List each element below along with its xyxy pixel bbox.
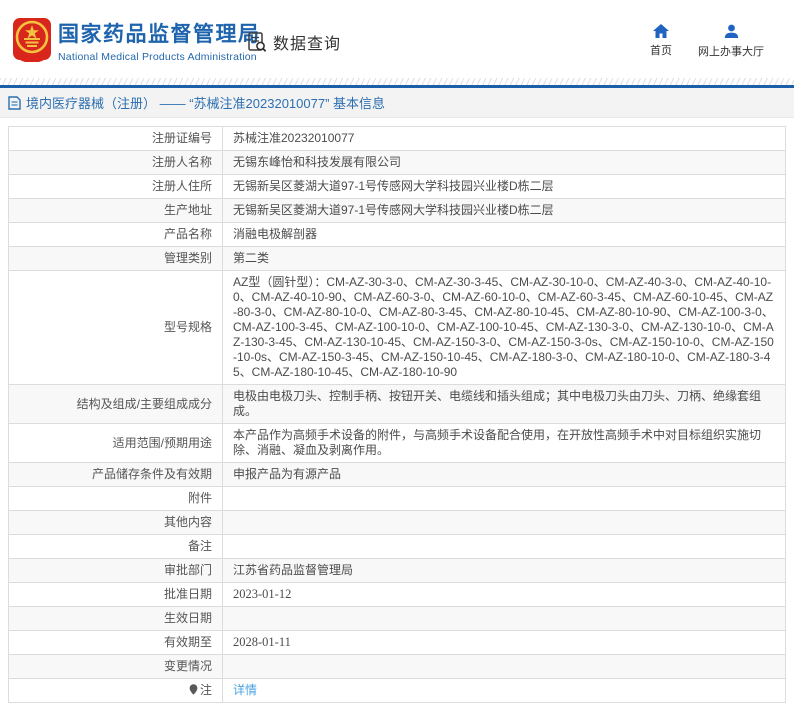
row-label: 注	[8, 678, 223, 703]
row-label: 其他内容	[8, 510, 223, 535]
row-label: 注册人住所	[8, 174, 223, 199]
row-label: 附件	[8, 486, 223, 511]
row-value: 无锡新吴区菱湖大道97-1号传感网大学科技园兴业楼D栋二层	[222, 198, 786, 223]
nav-home[interactable]: 首页	[650, 24, 672, 59]
row-label: 注册人名称	[8, 150, 223, 175]
document-icon	[8, 95, 21, 110]
row-value: 本产品作为高频手术设备的附件，与高频手术设备配合使用，在开放性高频手术中对目标组…	[222, 423, 786, 463]
row-value: 申报产品为有源产品	[222, 462, 786, 487]
table-row: 审批部门 江苏省药品监督管理局	[8, 558, 786, 583]
row-label: 管理类别	[8, 246, 223, 271]
table-row: 生效日期	[8, 606, 786, 631]
data-query-label: 数据查询	[273, 36, 342, 53]
row-label: 变更情况	[8, 654, 223, 679]
header-hatch-divider	[0, 78, 794, 85]
registration-info-section: 注册证编号 苏械注准20232010077 注册人名称 无锡东峰怡和科技发展有限公司注…	[0, 118, 794, 703]
row-value: 无锡新吴区菱湖大道97-1号传感网大学科技园兴业楼D栋二层	[222, 174, 786, 199]
nav-home-label: 首页	[650, 45, 672, 57]
detail-link[interactable]: 详情	[233, 683, 257, 697]
note-icon	[189, 684, 198, 695]
breadcrumb: 境内医疗器械（注册） —— “苏械注准20232010077” 基本信息	[26, 96, 386, 111]
document-search-icon	[248, 32, 267, 52]
row-label: 产品名称	[8, 222, 223, 247]
row-value: 无锡东峰怡和科技发展有限公司	[222, 150, 786, 175]
table-row: 附件	[8, 486, 786, 511]
agency-name-en: National Medical Products Administration	[58, 51, 257, 63]
top-nav: 首页 网上办事大厅	[650, 24, 764, 59]
data-query-button[interactable]: 数据查询	[246, 30, 341, 54]
nav-hall-label: 网上办事大厅	[698, 46, 764, 58]
table-row: 备注	[8, 534, 786, 559]
table-row: 注册人住所 无锡新吴区菱湖大道97-1号传感网大学科技园兴业楼D栋二层	[8, 174, 786, 199]
row-label: 备注	[8, 534, 223, 559]
breadcrumb-bar: 境内医疗器械（注册） —— “苏械注准20232010077” 基本信息	[0, 88, 794, 118]
site-header: 国家药品监督管理局 National Medical Products Admi…	[0, 0, 794, 78]
row-value: 2023-01-12	[222, 582, 786, 607]
home-icon	[653, 24, 669, 38]
row-value	[222, 654, 786, 679]
table-row: 注册证编号 苏械注准20232010077	[8, 126, 786, 151]
table-row: 产品名称 消融电极解剖器	[8, 222, 786, 247]
row-label: 审批部门	[8, 558, 223, 583]
row-label: 适用范围/预期用途	[8, 423, 223, 463]
table-row: 变更情况	[8, 654, 786, 679]
table-row: 适用范围/预期用途 本产品作为高频手术设备的附件，与高频手术设备配合使用，在开放性…	[8, 423, 786, 463]
row-label: 注册证编号	[8, 126, 223, 151]
table-row: 产品储存条件及有效期 申报产品为有源产品	[8, 462, 786, 487]
table-row: 其他内容	[8, 510, 786, 535]
row-value	[222, 486, 786, 511]
table-row: 型号规格 AZ型（圆针型）：CM-AZ-30-3-0、CM-AZ-30-3-45、…	[8, 270, 786, 385]
table-row: 有效期至 2028-01-11	[8, 630, 786, 655]
row-value: 江苏省药品监督管理局	[222, 558, 786, 583]
table-row: 生产地址 无锡新吴区菱湖大道97-1号传感网大学科技园兴业楼D栋二层	[8, 198, 786, 223]
table-row: 注详情	[8, 678, 786, 703]
row-label: 结构及组成/主要组成成分	[8, 384, 223, 424]
row-value: 电极由电极刀头、控制手柄、按钮开关、电缆线和插头组成；其中电极刀头由刀头、刀柄、…	[222, 384, 786, 424]
row-value: AZ型（圆针型）：CM-AZ-30-3-0、CM-AZ-30-3-45、CM-A…	[222, 270, 786, 385]
table-row: 管理类别 第二类	[8, 246, 786, 271]
table-row: 结构及组成/主要组成成分 电极由电极刀头、控制手柄、按钮开关、电缆线和插头组成；其…	[8, 384, 786, 424]
row-value	[222, 534, 786, 559]
row-value: 2028-01-11	[222, 630, 786, 655]
row-label: 型号规格	[8, 270, 223, 385]
registration-info-table: 注册证编号 苏械注准20232010077 注册人名称 无锡东峰怡和科技发展有限公司注…	[8, 126, 786, 703]
agency-title-block: 国家药品监督管理局 National Medical Products Admi…	[58, 22, 261, 63]
row-value: 消融电极解剖器	[222, 222, 786, 247]
row-label: 批准日期	[8, 582, 223, 607]
row-value	[222, 606, 786, 631]
person-icon	[724, 24, 738, 38]
info-table-body: 注册证编号 苏械注准20232010077 注册人名称 无锡东峰怡和科技发展有限公司注…	[8, 126, 786, 703]
row-value: 苏械注准20232010077	[222, 126, 786, 151]
agency-name-zh: 国家药品监督管理局	[58, 23, 261, 46]
row-label: 有效期至	[8, 630, 223, 655]
row-value	[222, 510, 786, 535]
row-label: 生产地址	[8, 198, 223, 223]
nav-online-service-hall[interactable]: 网上办事大厅	[698, 24, 764, 59]
row-value: 详情	[222, 678, 786, 703]
national-emblem-logo	[13, 18, 51, 62]
row-value: 第二类	[222, 246, 786, 271]
table-row: 批准日期 2023-01-12	[8, 582, 786, 607]
row-label: 产品储存条件及有效期	[8, 462, 223, 487]
row-label: 生效日期	[8, 606, 223, 631]
table-row: 注册人名称 无锡东峰怡和科技发展有限公司	[8, 150, 786, 175]
